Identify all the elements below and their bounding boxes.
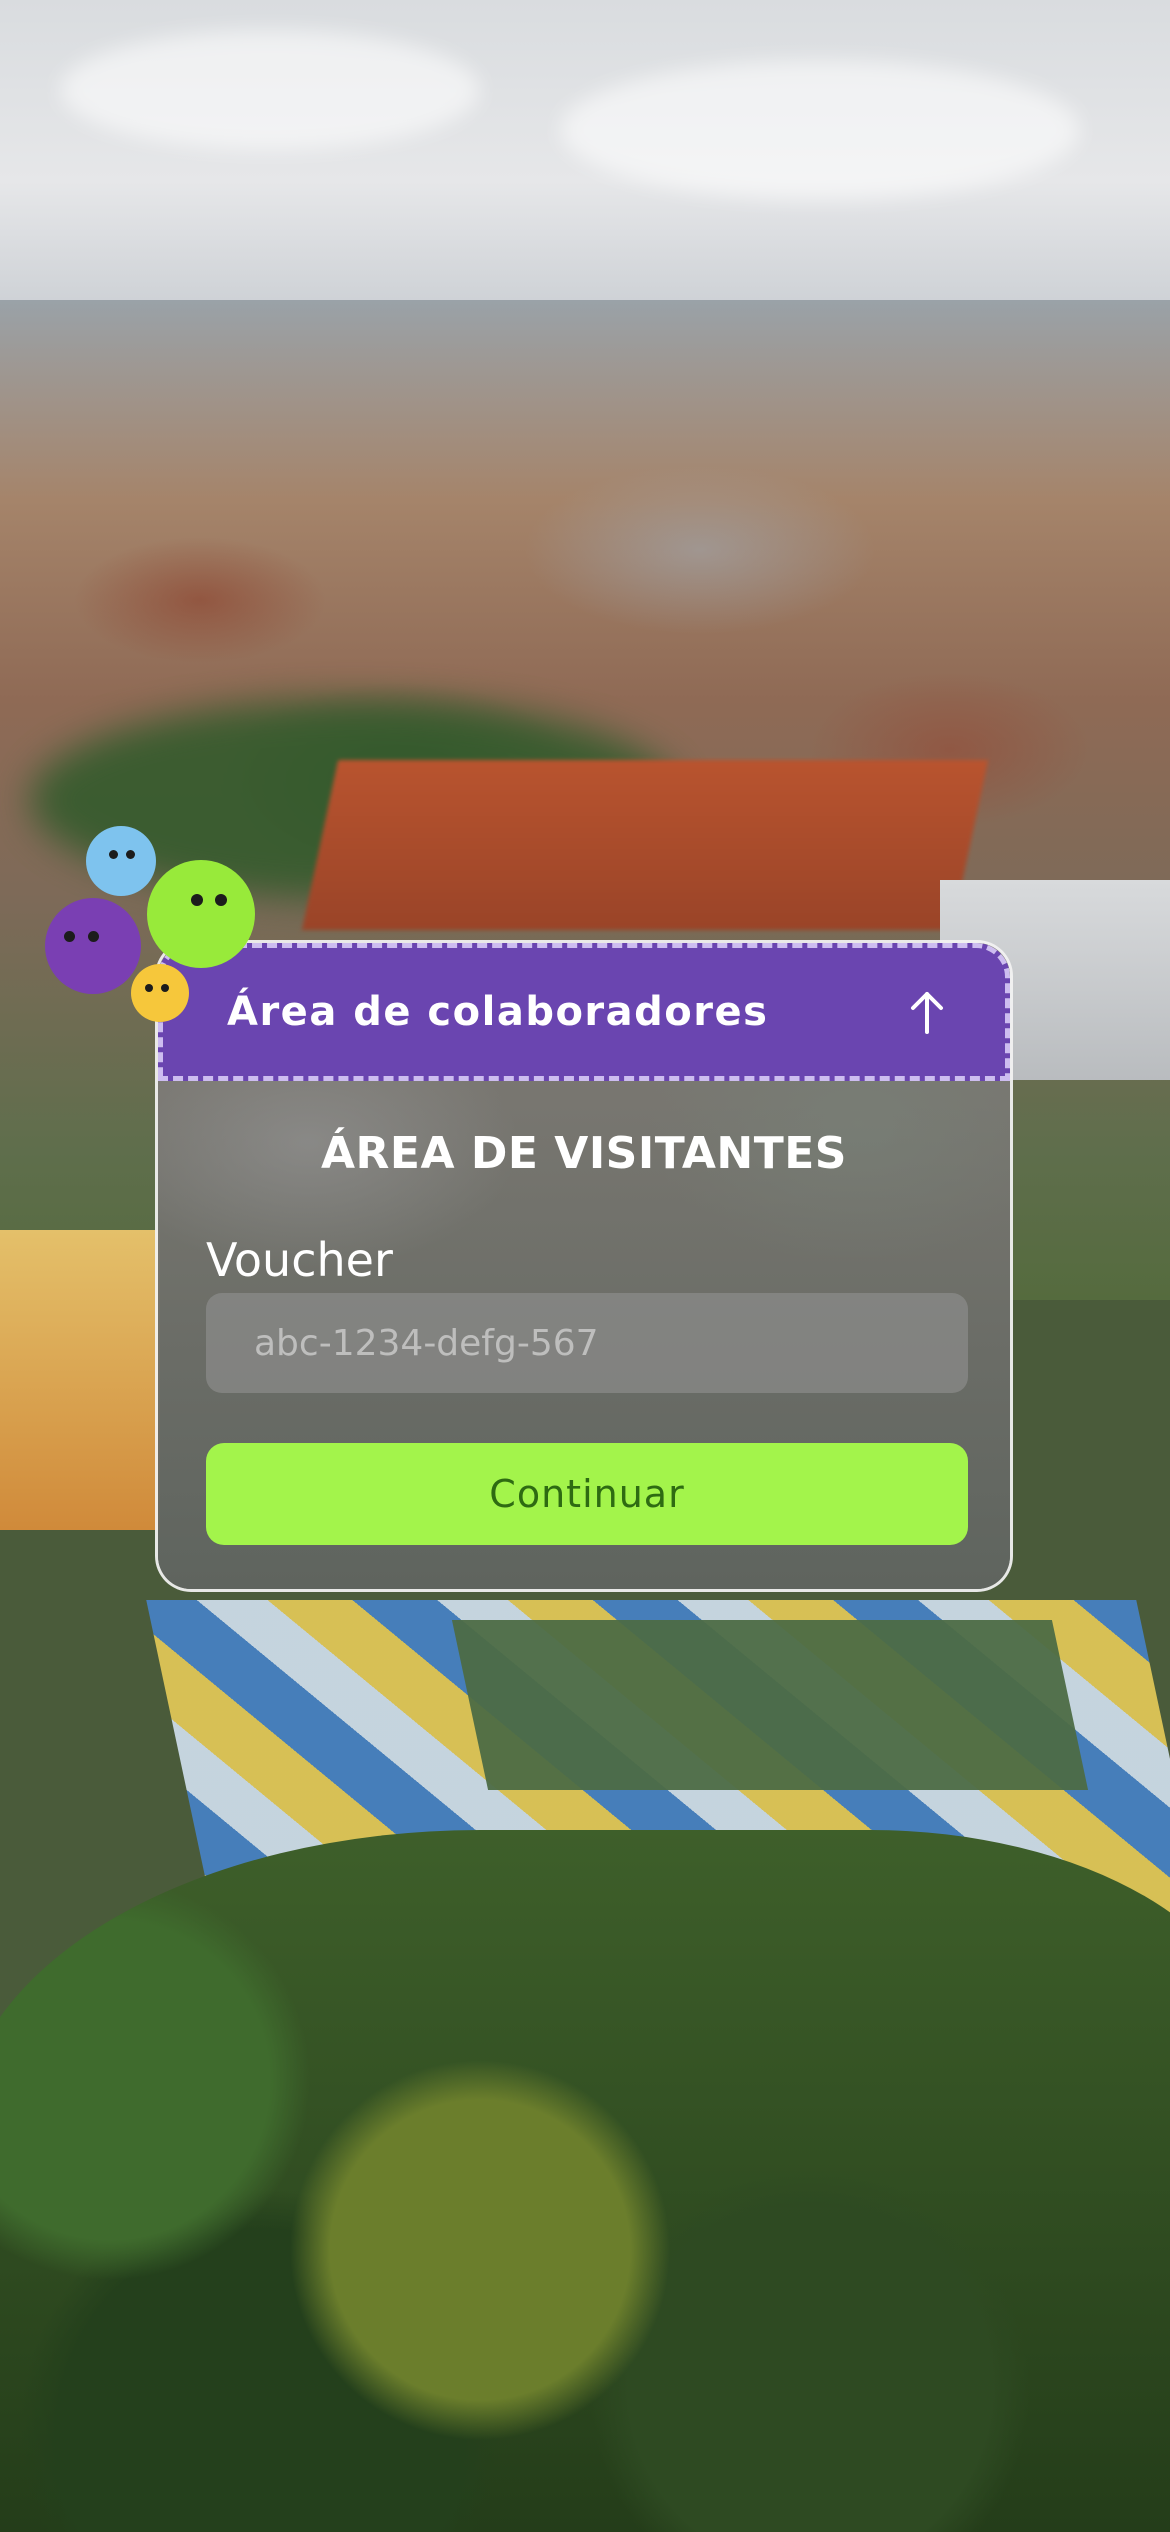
foreground-foliage — [0, 1830, 1170, 2532]
voucher-label: Voucher — [206, 1233, 393, 1287]
collaborators-area-label: Área de colaboradores — [227, 989, 769, 1035]
collaborators-area-button[interactable]: Área de colaboradores — [158, 943, 1010, 1081]
continue-button[interactable]: Continuar — [206, 1443, 968, 1545]
arrow-up-icon — [911, 992, 943, 1034]
mascot-blue-icon — [86, 826, 156, 896]
cloud — [560, 60, 1080, 200]
yellow-building — [0, 1230, 160, 1530]
mascot-green-icon — [147, 860, 255, 968]
mascot-purple-icon — [45, 898, 141, 994]
mascot-yellow-icon — [131, 964, 189, 1022]
red-roofs — [301, 760, 989, 930]
voucher-input[interactable] — [206, 1293, 968, 1393]
court-green-area — [451, 1620, 1089, 1790]
cloud — [60, 30, 480, 150]
login-card: Área de colaboradores ÁREA DE VISITANTES… — [155, 940, 1013, 1592]
visitors-area-title: ÁREA DE VISITANTES — [321, 1128, 847, 1179]
